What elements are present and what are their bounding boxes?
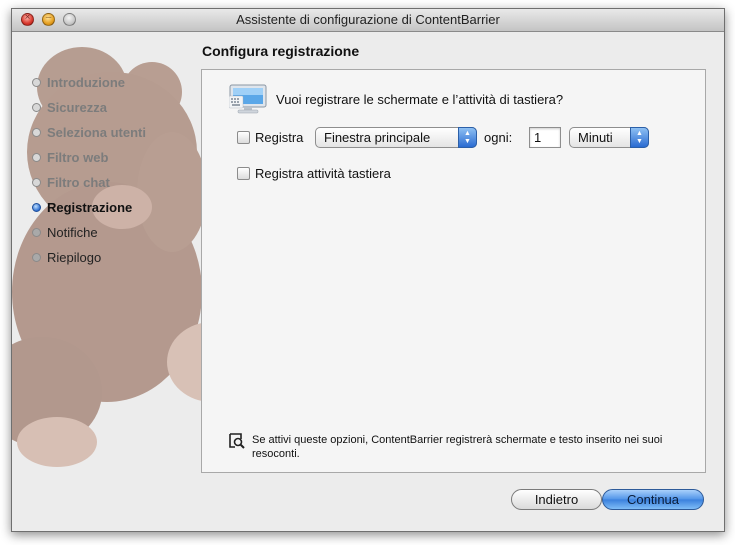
interval-field[interactable]: 1 — [529, 127, 561, 148]
step-item-seleziona-utenti: Seleziona utenti — [32, 120, 146, 145]
step-item-riepilogo: Riepilogo — [32, 245, 146, 270]
record-keyboard-checkbox[interactable] — [237, 167, 250, 180]
assistant-window: × – Assistente di configurazione di Cont… — [11, 8, 725, 532]
step-item-notifiche: Notifiche — [32, 220, 146, 245]
step-label: Riepilogo — [47, 250, 102, 265]
interval-unit-value: Minuti — [578, 130, 613, 145]
step-status-icon — [32, 178, 41, 187]
record-screens-checkbox[interactable] — [237, 131, 250, 144]
keyboard-monitor-icon — [229, 84, 267, 114]
record-target-popup[interactable]: Finestra principale ▲ ▼ — [315, 127, 477, 148]
step-status-icon — [32, 78, 41, 87]
back-button[interactable]: Indietro — [511, 489, 602, 510]
step-list: Introduzione Sicurezza Seleziona utenti … — [32, 70, 146, 270]
step-pending-icon — [32, 253, 41, 262]
step-item-registrazione: Registrazione — [32, 195, 146, 220]
window-title: Assistente di configurazione di ContentB… — [236, 12, 500, 27]
step-item-sicurezza: Sicurezza — [32, 95, 146, 120]
step-item-filtro-chat: Filtro chat — [32, 170, 146, 195]
every-label: ogni: — [484, 130, 513, 145]
step-pending-icon — [32, 228, 41, 237]
window-content: Configura registrazione Introduzione Sic… — [12, 32, 724, 531]
magnifier-info-icon — [229, 433, 245, 449]
step-label: Filtro chat — [47, 175, 110, 190]
step-item-filtro-web: Filtro web — [32, 145, 146, 170]
page-title: Configura registrazione — [202, 43, 360, 59]
info-text: Se attivi queste opzioni, ContentBarrier… — [252, 434, 663, 460]
step-status-icon — [32, 103, 41, 112]
record-target-value: Finestra principale — [324, 130, 431, 145]
title-bar[interactable]: × – Assistente di configurazione di Cont… — [12, 9, 724, 32]
step-status-icon — [32, 153, 41, 162]
step-current-icon — [32, 203, 41, 212]
step-label: Filtro web — [47, 150, 109, 165]
step-label: Seleziona utenti — [47, 125, 146, 140]
step-label: Registrazione — [47, 200, 133, 215]
settings-panel: Vuoi registrare le schermate e l’attivit… — [201, 69, 706, 473]
record-keyboard-label[interactable]: Registra attività tastiera — [255, 166, 391, 181]
step-item-introduzione: Introduzione — [32, 70, 146, 95]
step-label: Sicurezza — [47, 100, 107, 115]
recording-question: Vuoi registrare le schermate e l’attivit… — [276, 92, 564, 107]
interval-unit-popup[interactable]: Minuti ▲ ▼ — [569, 127, 649, 148]
continue-button[interactable]: Continua — [602, 489, 704, 510]
popup-arrows-icon: ▲ ▼ — [630, 127, 649, 148]
step-label: Notifiche — [47, 225, 98, 240]
popup-arrows-icon: ▲ ▼ — [458, 127, 477, 148]
step-status-icon — [32, 128, 41, 137]
step-label: Introduzione — [47, 75, 125, 90]
record-label[interactable]: Registra — [255, 130, 303, 145]
